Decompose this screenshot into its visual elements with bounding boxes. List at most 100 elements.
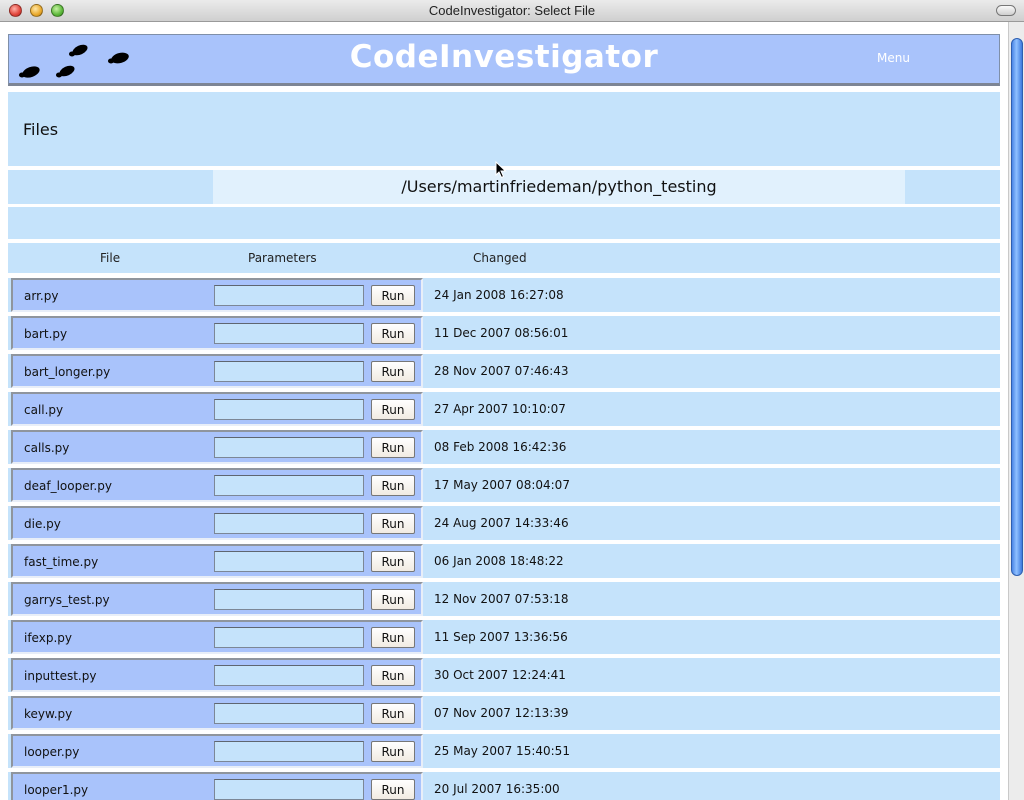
parameters-input[interactable]	[214, 551, 364, 572]
run-button[interactable]: Run	[371, 285, 415, 306]
column-header-file: File	[100, 251, 121, 265]
changed-date: 06 Jan 2008 18:48:22	[434, 554, 564, 568]
parameters-input[interactable]	[214, 437, 364, 458]
file-row: inputtest.py Run 30 Oct 2007 12:24:41	[8, 658, 1000, 692]
column-headers: File Parameters Changed	[8, 243, 1000, 273]
file-name[interactable]: inputtest.py	[24, 669, 96, 683]
changed-date: 25 May 2007 15:40:51	[434, 744, 570, 758]
changed-date: 07 Nov 2007 12:13:39	[434, 706, 569, 720]
parameters-input[interactable]	[214, 513, 364, 534]
changed-date: 30 Oct 2007 12:24:41	[434, 668, 566, 682]
run-button[interactable]: Run	[371, 665, 415, 686]
page-content: CodeInvestigator Menu Files /Users/marti…	[0, 22, 1008, 800]
parameters-input[interactable]	[214, 665, 364, 686]
file-name[interactable]: keyw.py	[24, 707, 72, 721]
changed-date: 27 Apr 2007 10:10:07	[434, 402, 566, 416]
file-name[interactable]: looper1.py	[24, 783, 88, 797]
file-name[interactable]: garrys_test.py	[24, 593, 110, 607]
run-button[interactable]: Run	[371, 589, 415, 610]
path-display: /Users/martinfriedeman/python_testing	[213, 170, 905, 204]
parameters-input[interactable]	[214, 285, 364, 306]
changed-date: 17 May 2007 08:04:07	[434, 478, 570, 492]
file-row: die.py Run 24 Aug 2007 14:33:46	[8, 506, 1000, 540]
file-name[interactable]: ifexp.py	[24, 631, 72, 645]
changed-date: 08 Feb 2008 16:42:36	[434, 440, 567, 454]
column-header-changed: Changed	[473, 251, 527, 265]
run-button[interactable]: Run	[371, 437, 415, 458]
file-name[interactable]: calls.py	[24, 441, 69, 455]
file-row-controls: bart.py Run	[11, 316, 423, 350]
file-name[interactable]: fast_time.py	[24, 555, 98, 569]
file-name[interactable]: call.py	[24, 403, 63, 417]
file-row-controls: ifexp.py Run	[11, 620, 423, 654]
file-row-controls: keyw.py Run	[11, 696, 423, 730]
changed-date: 20 Jul 2007 16:35:00	[434, 782, 560, 796]
file-row: calls.py Run 08 Feb 2008 16:42:36	[8, 430, 1000, 464]
app-header: CodeInvestigator Menu	[8, 34, 1000, 86]
file-row: call.py Run 27 Apr 2007 10:10:07	[8, 392, 1000, 426]
window-title: CodeInvestigator: Select File	[428, 3, 596, 18]
file-row-controls: looper1.py Run	[11, 772, 423, 800]
file-name[interactable]: looper.py	[24, 745, 79, 759]
run-button[interactable]: Run	[371, 513, 415, 534]
parameters-input[interactable]	[214, 475, 364, 496]
files-panel: Files	[8, 92, 1000, 166]
run-button[interactable]: Run	[371, 475, 415, 496]
changed-date: 11 Sep 2007 13:36:56	[434, 630, 568, 644]
file-name[interactable]: arr.py	[24, 289, 58, 303]
file-row: looper1.py Run 20 Jul 2007 16:35:00	[8, 772, 1000, 800]
file-row: bart_longer.py Run 28 Nov 2007 07:46:43	[8, 354, 1000, 388]
file-name[interactable]: bart.py	[24, 327, 67, 341]
menu-link[interactable]: Menu	[877, 51, 910, 65]
parameters-input[interactable]	[214, 703, 364, 724]
run-button[interactable]: Run	[371, 399, 415, 420]
spacer-bar	[8, 207, 1000, 239]
run-button[interactable]: Run	[371, 551, 415, 572]
file-row: fast_time.py Run 06 Jan 2008 18:48:22	[8, 544, 1000, 578]
parameters-input[interactable]	[214, 589, 364, 610]
scrollbar-thumb[interactable]	[1011, 38, 1023, 576]
file-row: bart.py Run 11 Dec 2007 08:56:01	[8, 316, 1000, 350]
changed-date: 12 Nov 2007 07:53:18	[434, 592, 569, 606]
vertical-scrollbar[interactable]	[1008, 22, 1024, 800]
run-button[interactable]: Run	[371, 627, 415, 648]
file-row-controls: deaf_looper.py Run	[11, 468, 423, 502]
file-list: arr.py Run 24 Jan 2008 16:27:08 bart.py Run 1…	[8, 278, 1000, 800]
parameters-input[interactable]	[214, 741, 364, 762]
file-row-controls: looper.py Run	[11, 734, 423, 768]
file-row: looper.py Run 25 May 2007 15:40:51	[8, 734, 1000, 768]
file-name[interactable]: deaf_looper.py	[24, 479, 112, 493]
file-row-controls: calls.py Run	[11, 430, 423, 464]
run-button[interactable]: Run	[371, 703, 415, 724]
parameters-input[interactable]	[214, 399, 364, 420]
parameters-input[interactable]	[214, 779, 364, 800]
file-name[interactable]: bart_longer.py	[24, 365, 110, 379]
file-row-controls: inputtest.py Run	[11, 658, 423, 692]
file-row-controls: bart_longer.py Run	[11, 354, 423, 388]
column-header-parameters: Parameters	[248, 251, 317, 265]
file-row: garrys_test.py Run 12 Nov 2007 07:53:18	[8, 582, 1000, 616]
current-path: /Users/martinfriedeman/python_testing	[401, 177, 717, 196]
file-row-controls: fast_time.py Run	[11, 544, 423, 578]
run-button[interactable]: Run	[371, 779, 415, 800]
run-button[interactable]: Run	[371, 741, 415, 762]
file-row: deaf_looper.py Run 17 May 2007 08:04:07	[8, 468, 1000, 502]
changed-date: 24 Aug 2007 14:33:46	[434, 516, 569, 530]
changed-date: 11 Dec 2007 08:56:01	[434, 326, 569, 340]
changed-date: 28 Nov 2007 07:46:43	[434, 364, 569, 378]
run-button[interactable]: Run	[371, 361, 415, 382]
parameters-input[interactable]	[214, 627, 364, 648]
window-titlebar: CodeInvestigator: Select File	[0, 0, 1024, 22]
changed-date: 24 Jan 2008 16:27:08	[434, 288, 564, 302]
toolbar-toggle-button[interactable]	[996, 5, 1016, 16]
file-name[interactable]: die.py	[24, 517, 61, 531]
parameters-input[interactable]	[214, 361, 364, 382]
parameters-input[interactable]	[214, 323, 364, 344]
file-row: keyw.py Run 07 Nov 2007 12:13:39	[8, 696, 1000, 730]
files-heading: Files	[23, 120, 59, 139]
app-title: CodeInvestigator	[349, 39, 659, 75]
file-row-controls: arr.py Run	[11, 278, 423, 312]
file-row: arr.py Run 24 Jan 2008 16:27:08	[8, 278, 1000, 312]
arrow-cursor-icon	[495, 161, 507, 179]
run-button[interactable]: Run	[371, 323, 415, 344]
